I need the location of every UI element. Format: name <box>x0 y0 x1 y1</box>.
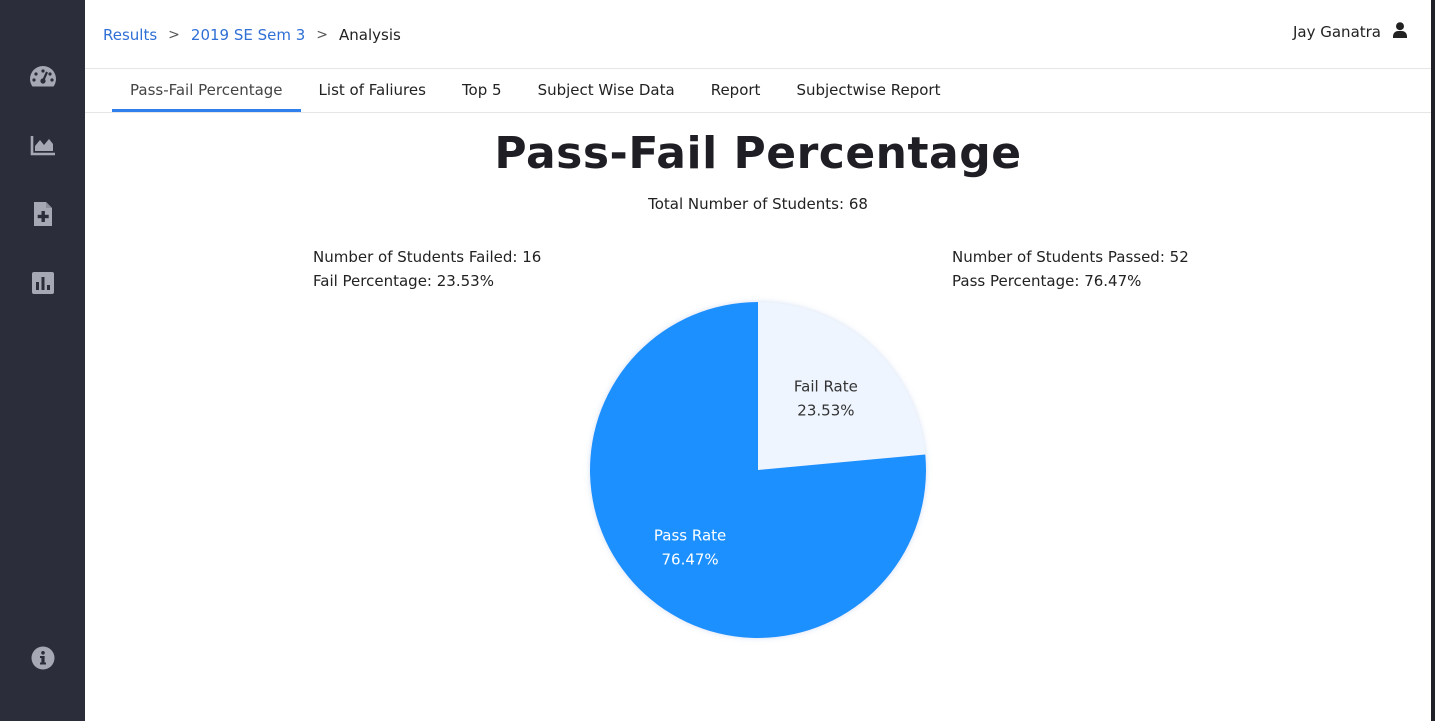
tab-subjectwise-report[interactable]: Subjectwise Report <box>778 69 958 111</box>
tab-bar: Pass-Fail Percentage List of Faliures To… <box>112 69 958 113</box>
breadcrumb-separator: > <box>168 27 180 43</box>
students-passed-label: Number of Students Passed: <box>952 248 1165 266</box>
total-students: Total Number of Students: 68 <box>85 195 1431 213</box>
pie-label-value: 76.47% <box>661 550 718 568</box>
user-menu[interactable]: Jay Ganatra <box>1293 22 1407 42</box>
fail-percentage-label: Fail Percentage: <box>313 272 432 290</box>
pass-percentage-value: 76.47% <box>1084 272 1142 290</box>
tab-report[interactable]: Report <box>693 69 779 111</box>
students-passed-value: 52 <box>1169 248 1189 266</box>
breadcrumb-current: Analysis <box>339 26 401 44</box>
fail-percentage-value: 23.53% <box>436 272 494 290</box>
page-title: Pass-Fail Percentage <box>494 128 1022 179</box>
pie-label-value: 23.53% <box>797 402 854 420</box>
breadcrumb: Results > 2019 SE Sem 3 > Analysis <box>103 26 401 44</box>
breadcrumb-semester-link[interactable]: 2019 SE Sem 3 <box>191 26 305 44</box>
pass-percentage-label: Pass Percentage: <box>952 272 1080 290</box>
total-students-value: 68 <box>848 195 868 213</box>
dashboard-gauge-icon[interactable] <box>28 61 58 91</box>
bar-chart-icon[interactable] <box>28 268 58 298</box>
tab-top-5[interactable]: Top 5 <box>444 69 520 111</box>
total-students-label: Total Number of Students: <box>648 195 845 213</box>
top-bar: Results > 2019 SE Sem 3 > Analysis Jay G… <box>85 0 1431 69</box>
pass-stats: Number of Students Passed: 52 Pass Perce… <box>952 245 1189 293</box>
fail-stats: Number of Students Failed: 16 Fail Perce… <box>313 245 541 293</box>
students-failed-label: Number of Students Failed: <box>313 248 518 266</box>
students-failed-value: 16 <box>522 248 542 266</box>
file-add-icon[interactable] <box>28 199 58 229</box>
tab-subject-wise-data[interactable]: Subject Wise Data <box>520 69 693 111</box>
user-name: Jay Ganatra <box>1292 23 1381 41</box>
area-chart-icon[interactable] <box>28 130 58 160</box>
info-icon[interactable] <box>28 643 58 673</box>
pass-fail-pie-chart: Fail Rate 23.53% Pass Rate 76.47% <box>580 292 936 648</box>
breadcrumb-results-link[interactable]: Results <box>103 26 157 44</box>
pie-label-category: Fail Rate <box>794 378 858 396</box>
breadcrumb-separator: > <box>316 27 329 43</box>
tab-list-of-failures[interactable]: List of Faliures <box>301 69 444 111</box>
user-icon <box>1393 22 1407 42</box>
tab-pass-fail-percentage[interactable]: Pass-Fail Percentage <box>112 69 301 112</box>
pie-label-category: Pass Rate <box>654 526 726 544</box>
sidebar <box>0 0 85 721</box>
window-edge <box>1431 0 1435 721</box>
pie-chart-svg: Fail Rate 23.53% Pass Rate 76.47% <box>590 302 926 638</box>
